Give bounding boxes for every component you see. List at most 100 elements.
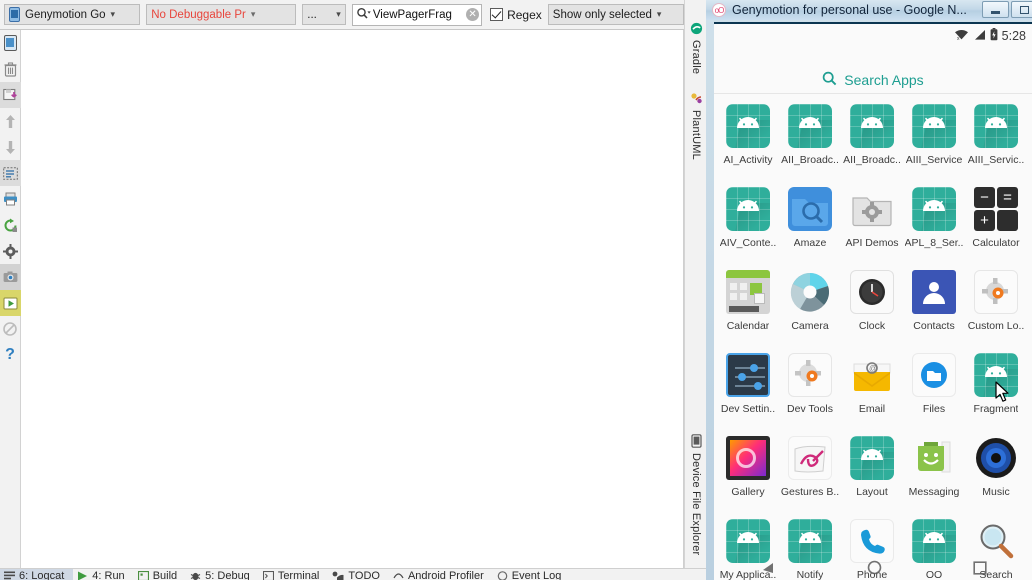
app-label: Clock <box>858 320 886 332</box>
app-label: Gallery <box>731 486 765 498</box>
android-app-icon <box>726 519 770 563</box>
app-icon-clock[interactable]: Clock <box>841 264 903 347</box>
svg-text:@: @ <box>869 364 877 373</box>
minimize-button[interactable] <box>982 1 1009 18</box>
app-icon-messaging[interactable]: Messaging <box>903 430 965 513</box>
screen-record-icon[interactable] <box>0 290 21 316</box>
app-icon-aiii-servic[interactable]: AIII_Servic.. <box>965 98 1027 181</box>
scroll-up-icon[interactable] <box>0 108 21 134</box>
clear-icon[interactable]: ✕ <box>466 8 480 21</box>
app-icon-layout[interactable]: Layout <box>841 430 903 513</box>
logcat-toolbar: Genymotion Go ▾ No Debuggable Pr ▾ ... ▾ <box>0 0 685 30</box>
tool-tab-device-file-explorer[interactable]: Device File Explorer <box>685 434 707 555</box>
app-icon-music[interactable]: Music <box>965 430 1027 513</box>
log-level-selector[interactable]: ... ▾ <box>302 4 346 25</box>
device-selector[interactable]: Genymotion Go ▾ <box>4 4 141 25</box>
save-to-file-icon[interactable] <box>0 82 21 108</box>
app-icon-gestures-b[interactable]: Gestures B.. <box>779 430 841 513</box>
tool-tab-gradle[interactable]: Gradle <box>685 22 707 74</box>
bottom-tab-android-profiler-label: Android Profiler <box>407 569 484 580</box>
app-icon-calculator[interactable]: − = + Calculator <box>965 181 1027 264</box>
help-icon[interactable]: ? <box>0 342 21 368</box>
maximize-button[interactable] <box>1011 1 1032 18</box>
bottom-tab-logcat[interactable]: 6: Logcat <box>0 569 74 580</box>
soft-wrap-icon[interactable] <box>0 160 21 186</box>
process-selector[interactable]: No Debuggable Pr ▾ <box>146 4 297 25</box>
app-icon-api-demos[interactable]: API Demos <box>841 181 903 264</box>
music-icon <box>974 436 1018 480</box>
android-status-bar: x 5:28 <box>954 28 1026 44</box>
custom-locale-icon <box>974 270 1018 314</box>
app-icon-email[interactable]: @ Email <box>841 347 903 430</box>
app-label: Calculator <box>972 237 1020 249</box>
app-icon-amaze[interactable]: Amaze <box>779 181 841 264</box>
bottom-tab-terminal[interactable]: Terminal <box>259 569 329 580</box>
app-label: Custom Lo.. <box>967 320 1025 332</box>
show-only-selector[interactable]: Show only selected ▾ <box>547 4 685 25</box>
tool-tab-plantuml[interactable]: PlantUML <box>685 92 707 160</box>
messaging-icon <box>912 436 956 480</box>
back-triangle-icon[interactable] <box>760 561 776 580</box>
bottom-tab-run[interactable]: 4: Run <box>73 569 133 580</box>
regex-toggle[interactable]: Regex <box>490 8 542 22</box>
app-icon-contacts[interactable]: Contacts <box>903 264 965 347</box>
app-label: AII_Broadc.. <box>843 154 901 166</box>
device-selector-label: Genymotion Go <box>25 8 106 21</box>
app-icon-aii-broadc[interactable]: AII_Broadc.. <box>841 98 903 181</box>
app-icon-dev-tools[interactable]: Dev Tools <box>779 347 841 430</box>
settings-icon[interactable] <box>0 238 21 264</box>
dev-settings-icon <box>726 353 770 397</box>
trash-icon[interactable] <box>0 56 21 82</box>
app-icon-custom-lo[interactable]: Custom Lo.. <box>965 264 1027 347</box>
app-icon-aiii-service[interactable]: AIII_Service <box>903 98 965 181</box>
app-icon-files[interactable]: Files <box>903 347 965 430</box>
app-label: Camera <box>791 320 829 332</box>
search-apps-bar[interactable]: Search Apps <box>714 66 1032 94</box>
device-icon[interactable] <box>0 30 21 56</box>
genymotion-title-bar[interactable]: oO Genymotion for personal use - Google … <box>706 0 1032 20</box>
plantuml-icon <box>690 92 703 108</box>
bottom-tab-build[interactable]: Build <box>134 569 186 580</box>
app-label: AII_Broadc.. <box>781 154 839 166</box>
home-circle-icon[interactable] <box>867 560 882 580</box>
app-icon-camera[interactable]: Camera <box>779 264 841 347</box>
logcat-search-field[interactable]: ViewPagerFrag ✕ <box>351 3 483 26</box>
logcat-search-value: ViewPagerFrag <box>372 8 452 21</box>
window-controls <box>982 1 1032 18</box>
app-label: Fragment <box>973 403 1019 415</box>
camera-icon <box>788 270 832 314</box>
screenshot-icon[interactable] <box>0 264 21 290</box>
bottom-tab-terminal-label: Terminal <box>277 569 320 580</box>
profiler-icon <box>393 572 404 578</box>
app-icon-calendar[interactable]: Calendar <box>717 264 779 347</box>
android-clock: 5:28 <box>1001 29 1026 43</box>
suppress-icon[interactable] <box>0 316 21 342</box>
show-only-label: Show only selected <box>552 8 652 21</box>
restart-icon[interactable] <box>0 212 21 238</box>
logcat-icon <box>4 571 15 580</box>
app-icon-dev-settin[interactable]: Dev Settin.. <box>717 347 779 430</box>
recents-square-icon[interactable] <box>972 560 987 580</box>
print-icon[interactable] <box>0 186 21 212</box>
log-level-label: ... <box>307 8 317 21</box>
logcat-output-pane[interactable] <box>21 30 684 568</box>
bottom-tab-build-label: Build <box>152 569 178 580</box>
tool-tab-device-file-explorer-label: Device File Explorer <box>690 453 702 556</box>
app-icon-fragment[interactable]: Fragment <box>965 347 1027 430</box>
bottom-tab-todo[interactable]: TODO <box>328 569 389 580</box>
wifi-off-icon: x <box>954 29 969 44</box>
app-icon-ai-activity[interactable]: AI_Activity <box>717 98 779 181</box>
genymotion-window: oO Genymotion for personal use - Google … <box>706 0 1032 580</box>
android-navigation-bar <box>714 558 1032 580</box>
bottom-tab-android-profiler[interactable]: Android Profiler <box>389 569 493 580</box>
app-label: Files <box>922 403 946 415</box>
app-icon-gallery[interactable]: Gallery <box>717 430 779 513</box>
bottom-tab-event-log[interactable]: Event Log <box>493 569 571 580</box>
app-icon-apl-8-ser[interactable]: APL_8_Ser.. <box>903 181 965 264</box>
app-icon-aiv-conte[interactable]: AIV_Conte.. <box>717 181 779 264</box>
bottom-tab-debug[interactable]: 5: Debug <box>186 569 259 580</box>
regex-checkbox[interactable] <box>490 8 504 21</box>
scroll-down-icon[interactable] <box>0 134 21 160</box>
app-icon-aii-broadc[interactable]: AII_Broadc.. <box>779 98 841 181</box>
app-label: Messaging <box>908 486 960 498</box>
